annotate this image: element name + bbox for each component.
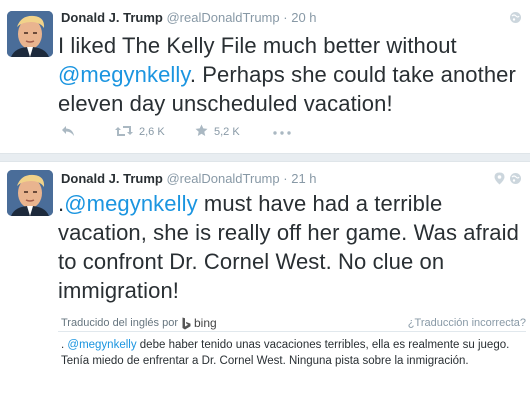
tweet-header: Donald J. Trump @realDonaldTrump · 21 h — [61, 171, 317, 187]
tweet-text: .@megynkelly must have had a terrible va… — [58, 189, 522, 305]
tweet-text-line: I liked The Kelly File much better witho… — [58, 33, 457, 58]
tweet-separator — [0, 153, 530, 162]
globe-icon[interactable] — [509, 11, 522, 29]
reply-button[interactable] — [61, 125, 115, 140]
bing-icon — [182, 317, 191, 329]
avatar[interactable] — [7, 11, 53, 57]
translation-bar: Traducido del inglés por bing ¿Traducció… — [61, 316, 526, 330]
retweet-count: 2,6 K — [139, 126, 165, 138]
tweet-top-icons — [509, 11, 522, 29]
tweet-card[interactable]: Donald J. Trump @realDonaldTrump · 21 h … — [0, 162, 530, 400]
tweet-top-icons — [494, 172, 522, 190]
timestamp[interactable]: 21 h — [291, 171, 316, 186]
favorite-count: 5,2 K — [214, 126, 240, 138]
author-name[interactable]: Donald J. Trump — [61, 10, 163, 25]
translation-divider — [58, 331, 526, 332]
translated-from-label: Traducido del inglés por — [61, 317, 178, 329]
translator-name: bing — [194, 316, 217, 330]
timestamp[interactable]: 20 h — [291, 10, 316, 25]
mention-link[interactable]: @megynkelly — [64, 191, 197, 216]
tweet-card[interactable]: Donald J. Trump @realDonaldTrump · 20 h … — [0, 0, 530, 153]
retweet-icon — [115, 125, 133, 140]
location-icon[interactable] — [494, 172, 505, 190]
more-dots-icon — [273, 126, 291, 138]
header-dot: · — [283, 171, 288, 186]
translated-text: . @megynkelly debe haber tenido unas vac… — [61, 337, 520, 369]
tweet-header: Donald J. Trump @realDonaldTrump · 20 h — [61, 10, 317, 26]
bing-logo[interactable]: bing — [182, 316, 217, 330]
favorite-button[interactable]: 5,2 K — [195, 124, 273, 140]
header-dot: · — [283, 10, 288, 25]
mention-link[interactable]: @megynkelly — [67, 339, 136, 351]
star-icon — [195, 124, 208, 140]
author-handle[interactable]: @realDonaldTrump — [166, 10, 279, 25]
mention-link[interactable]: @megynkelly — [58, 62, 190, 87]
more-button[interactable] — [273, 126, 291, 138]
reply-icon — [61, 125, 75, 140]
avatar[interactable] — [7, 170, 53, 216]
author-name[interactable]: Donald J. Trump — [61, 171, 163, 186]
incorrect-translation-link[interactable]: ¿Traducción incorrecta? — [408, 317, 526, 329]
tweet-text: I liked The Kelly File much better witho… — [58, 31, 522, 118]
globe-icon[interactable] — [509, 172, 522, 190]
tweet-actions: 2,6 K 5,2 K — [61, 124, 291, 140]
retweet-button[interactable]: 2,6 K — [115, 125, 195, 140]
author-handle[interactable]: @realDonaldTrump — [166, 171, 279, 186]
